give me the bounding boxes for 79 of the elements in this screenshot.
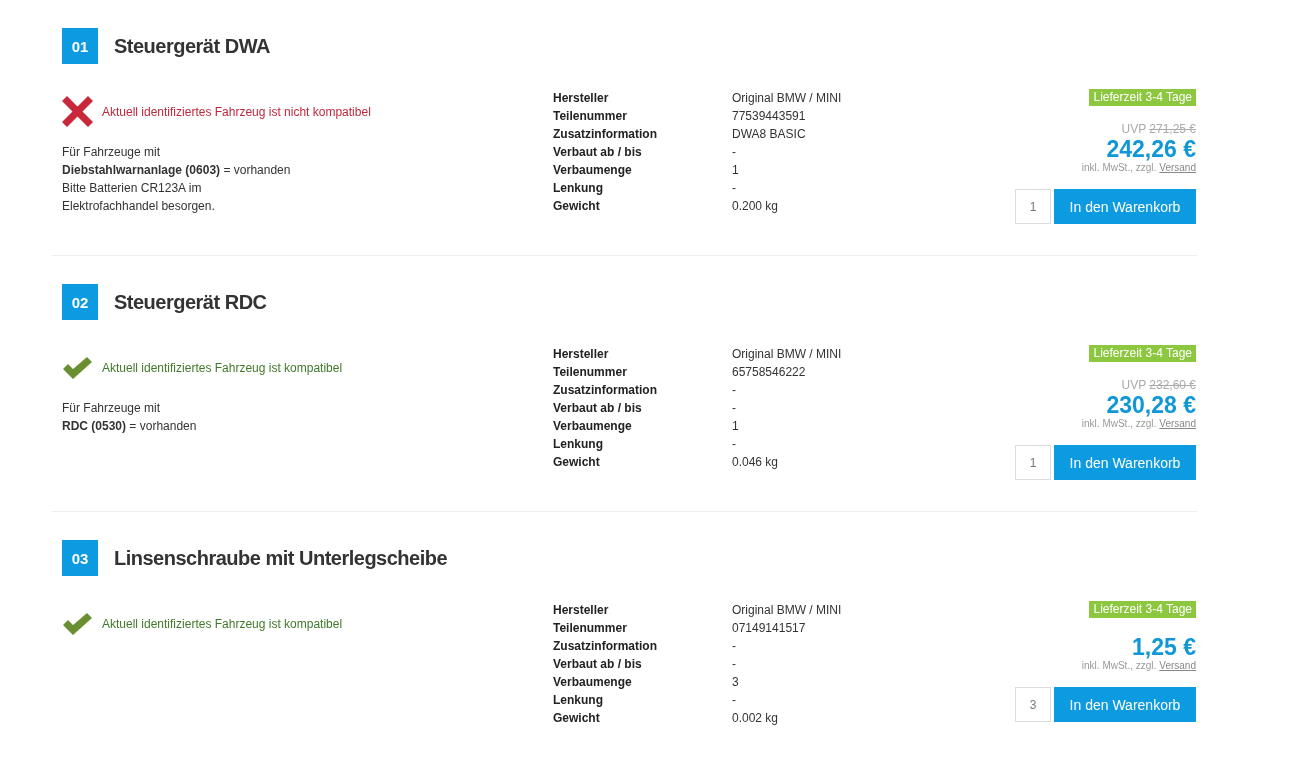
spec-value: 07149141517	[732, 620, 806, 637]
spec-value: 77539443591	[732, 108, 806, 125]
fitment-note: RDC (0530) = vorhanden	[62, 418, 198, 435]
spec-value: Original BMW / MINI	[732, 346, 842, 363]
fitment-note: Elektrofachhandel besorgen.	[62, 198, 216, 215]
spec-value: -	[732, 638, 736, 655]
product-title: Steuergerät RDC	[114, 290, 267, 314]
spec-label: Verbaut ab / bis	[553, 144, 643, 161]
tax-note: inkl. MwSt., zzgl.	[1081, 162, 1157, 173]
spec-label: Gewicht	[553, 198, 601, 215]
spec-value: -	[732, 692, 736, 709]
spec-value: 0.002 kg	[732, 710, 779, 727]
add-to-cart-button[interactable]: In den Warenkorb	[1054, 445, 1196, 480]
uvp-price: 271,25 €	[1149, 122, 1196, 136]
compatibility-message: Aktuell identifiziertes Fahrzeug ist kompatibel	[102, 616, 343, 631]
spec-label: Zusatzinformation	[553, 638, 658, 655]
spec-value: -	[732, 382, 736, 399]
spec-value: Original BMW / MINI	[732, 90, 842, 107]
spec-value: -	[732, 400, 736, 417]
spec-label: Verbaumenge	[553, 674, 633, 691]
delivery-badge: Lieferzeit 3-4 Tage	[1089, 345, 1196, 362]
delivery-badge: Lieferzeit 3-4 Tage	[1089, 89, 1196, 106]
spec-value: 65758546222	[732, 364, 806, 381]
spec-label: Lenkung	[553, 180, 604, 197]
spec-label: Lenkung	[553, 436, 604, 453]
uvp-price: 232,60 €	[1149, 378, 1196, 392]
spec-value: -	[732, 144, 736, 161]
spec-value: -	[732, 436, 736, 453]
spec-value: Original BMW / MINI	[732, 602, 842, 619]
delivery-badge: Lieferzeit 3-4 Tage	[1089, 601, 1196, 618]
spec-value: DWA8 BASIC	[732, 126, 806, 143]
position-number: 02	[62, 284, 98, 320]
uvp-label: UVP	[1121, 378, 1147, 392]
product-title: Steuergerät DWA	[114, 34, 270, 58]
shipping-link[interactable]: Versand	[1159, 162, 1196, 173]
spec-label: Verbaumenge	[553, 162, 633, 179]
price: 1,25 €	[1132, 634, 1196, 660]
quantity-field[interactable]: 1	[1015, 189, 1051, 224]
fitment-note: Bitte Batterien CR123A im	[62, 180, 203, 197]
spec-label: Gewicht	[553, 454, 601, 471]
spec-label: Hersteller	[553, 602, 610, 619]
spec-label: Teilenummer	[553, 108, 628, 125]
spec-label: Teilenummer	[553, 364, 628, 381]
spec-value: 0.046 kg	[732, 454, 779, 471]
tax-note: inkl. MwSt., zzgl.	[1081, 660, 1157, 671]
spec-value: -	[732, 656, 736, 673]
spec-value: 1	[732, 418, 739, 435]
product-title: Linsenschraube mit Unterlegscheibe	[114, 546, 448, 570]
spec-label: Verbaut ab / bis	[553, 656, 643, 673]
spec-label: Hersteller	[553, 90, 610, 107]
spec-label: Gewicht	[553, 710, 601, 727]
spec-value: 3	[732, 674, 739, 691]
compatibility-message: Aktuell identifiziertes Fahrzeug ist kompatibel	[102, 360, 343, 375]
quantity-field[interactable]: 1	[1015, 445, 1051, 480]
spec-label: Teilenummer	[553, 620, 628, 637]
uvp-label: UVP	[1121, 122, 1147, 136]
spec-label: Verbaumenge	[553, 418, 633, 435]
shipping-link[interactable]: Versand	[1159, 660, 1196, 671]
spec-value: 0.200 kg	[732, 198, 779, 215]
position-number: 01	[62, 28, 98, 64]
spec-value: 1	[732, 162, 739, 179]
position-number: 03	[62, 540, 98, 576]
fitment-note: Für Fahrzeuge mit	[62, 400, 162, 417]
spec-value: -	[732, 180, 736, 197]
quantity-field[interactable]: 3	[1015, 687, 1051, 722]
spec-label: Zusatzinformation	[553, 126, 658, 143]
price: 242,26 €	[1106, 136, 1196, 162]
add-to-cart-button[interactable]: In den Warenkorb	[1054, 687, 1196, 722]
fitment-note: Für Fahrzeuge mit	[62, 144, 162, 161]
spec-label: Verbaut ab / bis	[553, 400, 643, 417]
fitment-note: Diebstahlwarnanlage (0603) = vorhanden	[62, 162, 292, 179]
compatibility-message: Aktuell identifiziertes Fahrzeug ist nicht kompatibel	[102, 104, 371, 119]
tax-note: inkl. MwSt., zzgl.	[1081, 418, 1157, 429]
spec-label: Zusatzinformation	[553, 382, 658, 399]
add-to-cart-button[interactable]: In den Warenkorb	[1054, 189, 1196, 224]
spec-label: Hersteller	[553, 346, 610, 363]
shipping-link[interactable]: Versand	[1159, 418, 1196, 429]
spec-label: Lenkung	[553, 692, 604, 709]
price: 230,28 €	[1106, 392, 1196, 418]
